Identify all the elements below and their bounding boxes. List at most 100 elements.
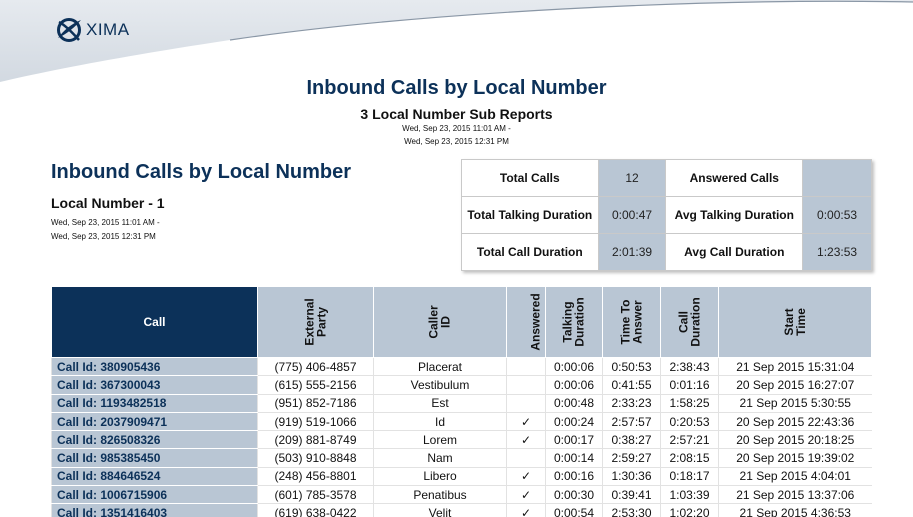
call-id-cell[interactable]: Call Id: 1351416403	[51, 503, 258, 517]
start-time-cell: 21 Sep 2015 5:30:55	[718, 394, 872, 413]
summary-row: Total Call Duration 2:01:39 Avg Call Dur…	[461, 233, 872, 271]
call-duration-cell: 1:58:25	[660, 394, 719, 413]
start-time-cell: 20 Sep 2015 19:39:02	[718, 448, 872, 468]
talking-duration-cell: 0:00:17	[545, 430, 603, 450]
start-time-cell: 21 Sep 2015 4:36:53	[718, 503, 872, 517]
summary-label: Total Talking Duration	[461, 196, 599, 234]
call-duration-cell: 0:01:16	[660, 375, 719, 395]
summary-row: Total Calls 12 Answered Calls	[461, 159, 872, 197]
caller-id-cell: Lorem	[373, 430, 507, 450]
answered-check-icon: ✓	[506, 503, 546, 517]
call-duration-cell: 1:02:20	[660, 503, 719, 517]
summary-row: Total Talking Duration 0:00:47 Avg Talki…	[461, 196, 872, 234]
talking-duration-cell: 0:00:54	[545, 503, 603, 517]
section-range-end: Wed, Sep 23, 2015 12:31 PM	[51, 232, 156, 241]
call-id-cell[interactable]: Call Id: 2037909471	[51, 412, 258, 432]
table-row: Call Id: 826508326 (209) 881-8749 Lorem ✓ 0:…	[51, 430, 872, 450]
column-header-call-duration[interactable]: Call Duration	[660, 286, 719, 358]
summary-label: Total Call Duration	[461, 233, 599, 271]
header-label: Caller ID	[426, 304, 453, 339]
call-id-cell[interactable]: Call Id: 367300043	[51, 375, 258, 395]
external-party-cell: (615) 555-2156	[257, 375, 374, 395]
caller-id-cell: Placerat	[373, 357, 507, 377]
caller-id-cell: Id	[373, 412, 507, 432]
header-label: External Party	[302, 297, 329, 346]
answered-check-icon	[506, 448, 546, 468]
column-header-answered[interactable]: Answered	[506, 286, 546, 358]
report-range-start: Wed, Sep 23, 2015 11:01 AM -	[402, 124, 511, 133]
external-party-cell: (601) 785-3578	[257, 485, 374, 505]
report-subtitle: 3 Local Number Sub Reports	[360, 106, 553, 122]
call-id-cell[interactable]: Call Id: 1006715906	[51, 485, 258, 505]
table-row: Call Id: 380905436 (775) 406-4857 Placerat…	[51, 357, 872, 377]
section-local-number: Local Number - 1	[51, 195, 165, 211]
table-row: Call Id: 985385450 (503) 910-8848 Nam 0:00:…	[51, 448, 872, 468]
external-party-cell: (951) 852-7186	[257, 394, 374, 413]
caller-id-cell: Velit	[373, 503, 507, 517]
call-duration-cell: 0:20:53	[660, 412, 719, 432]
talking-duration-cell: 0:00:16	[545, 467, 603, 487]
start-time-cell: 21 Sep 2015 15:31:04	[718, 357, 872, 377]
answered-check-icon: ✓	[506, 485, 546, 505]
answered-check-icon	[506, 375, 546, 395]
summary-label: Avg Talking Duration	[665, 196, 804, 234]
summary-label: Answered Calls	[665, 159, 804, 197]
answered-check-icon: ✓	[506, 467, 546, 487]
call-duration-cell: 2:08:15	[660, 448, 719, 468]
calls-table: Call External Party Caller ID Answered T…	[51, 286, 872, 517]
external-party-cell: (775) 406-4857	[257, 357, 374, 377]
table-row: Call Id: 1351416403 (619) 638-0422 Velit ✓ 0…	[51, 503, 872, 517]
time-to-answer-cell: 0:39:41	[602, 485, 661, 505]
caller-id-cell: Vestibulum	[373, 375, 507, 395]
caller-id-cell: Nam	[373, 448, 507, 468]
column-header-caller-id[interactable]: Caller ID	[373, 286, 507, 358]
time-to-answer-cell: 0:50:53	[602, 357, 661, 377]
external-party-cell: (919) 519-1066	[257, 412, 374, 432]
call-id-cell[interactable]: Call Id: 1193482518	[51, 394, 258, 413]
xima-logo-text: XIMA	[86, 20, 130, 39]
talking-duration-cell: 0:00:48	[545, 394, 603, 413]
column-header-time-to-answer[interactable]: Time To Answer	[602, 286, 661, 358]
xima-logo: XIMA	[55, 16, 130, 44]
call-duration-cell: 2:38:43	[660, 357, 719, 377]
header-label: Answered	[528, 293, 543, 351]
external-party-cell: (619) 638-0422	[257, 503, 374, 517]
start-time-cell: 21 Sep 2015 4:04:01	[718, 467, 872, 487]
start-time-cell: 20 Sep 2015 16:27:07	[718, 375, 872, 395]
start-time-cell: 20 Sep 2015 20:18:25	[718, 430, 872, 450]
summary-value: 1:23:53	[802, 233, 872, 271]
table-row: Call Id: 1006715906 (601) 785-3578 Penatib…	[51, 485, 872, 505]
talking-duration-cell: 0:00:30	[545, 485, 603, 505]
summary-value: 0:00:47	[597, 196, 667, 234]
summary-value: 12	[597, 159, 667, 197]
time-to-answer-cell: 1:30:36	[602, 467, 661, 487]
summary-value: 0:00:53	[802, 196, 872, 234]
header-label: Start Time	[781, 307, 808, 336]
call-duration-cell: 2:57:21	[660, 430, 719, 450]
caller-id-cell: Est	[373, 394, 507, 413]
section-range-start: Wed, Sep 23, 2015 11:01 AM -	[51, 218, 160, 227]
call-id-cell[interactable]: Call Id: 826508326	[51, 430, 258, 450]
report-range-end: Wed, Sep 23, 2015 12:31 PM	[404, 137, 509, 146]
call-id-cell[interactable]: Call Id: 380905436	[51, 357, 258, 377]
table-row: Call Id: 367300043 (615) 555-2156 Vestibul…	[51, 375, 872, 395]
report-title: Inbound Calls by Local Number	[306, 77, 607, 99]
table-row: Call Id: 1193482518 (951) 852-7186 Est 0:00…	[51, 394, 872, 413]
column-header-external-party[interactable]: External Party	[257, 286, 374, 358]
external-party-cell: (248) 456-8801	[257, 467, 374, 487]
column-header-talking-duration[interactable]: Talking Duration	[545, 286, 603, 358]
time-to-answer-cell: 0:38:27	[602, 430, 661, 450]
answered-check-icon	[506, 394, 546, 413]
call-id-cell[interactable]: Call Id: 884646524	[51, 467, 258, 487]
summary-label: Total Calls	[461, 159, 599, 197]
talking-duration-cell: 0:00:24	[545, 412, 603, 432]
header-label: Call Duration	[676, 296, 703, 347]
column-header-call[interactable]: Call	[51, 286, 258, 358]
column-header-start-time[interactable]: Start Time	[718, 286, 872, 358]
caller-id-cell: Libero	[373, 467, 507, 487]
xima-logo-icon	[57, 18, 81, 42]
start-time-cell: 20 Sep 2015 22:43:36	[718, 412, 872, 432]
summary-label: Avg Call Duration	[665, 233, 804, 271]
call-id-cell[interactable]: Call Id: 985385450	[51, 448, 258, 468]
external-party-cell: (503) 910-8848	[257, 448, 374, 468]
